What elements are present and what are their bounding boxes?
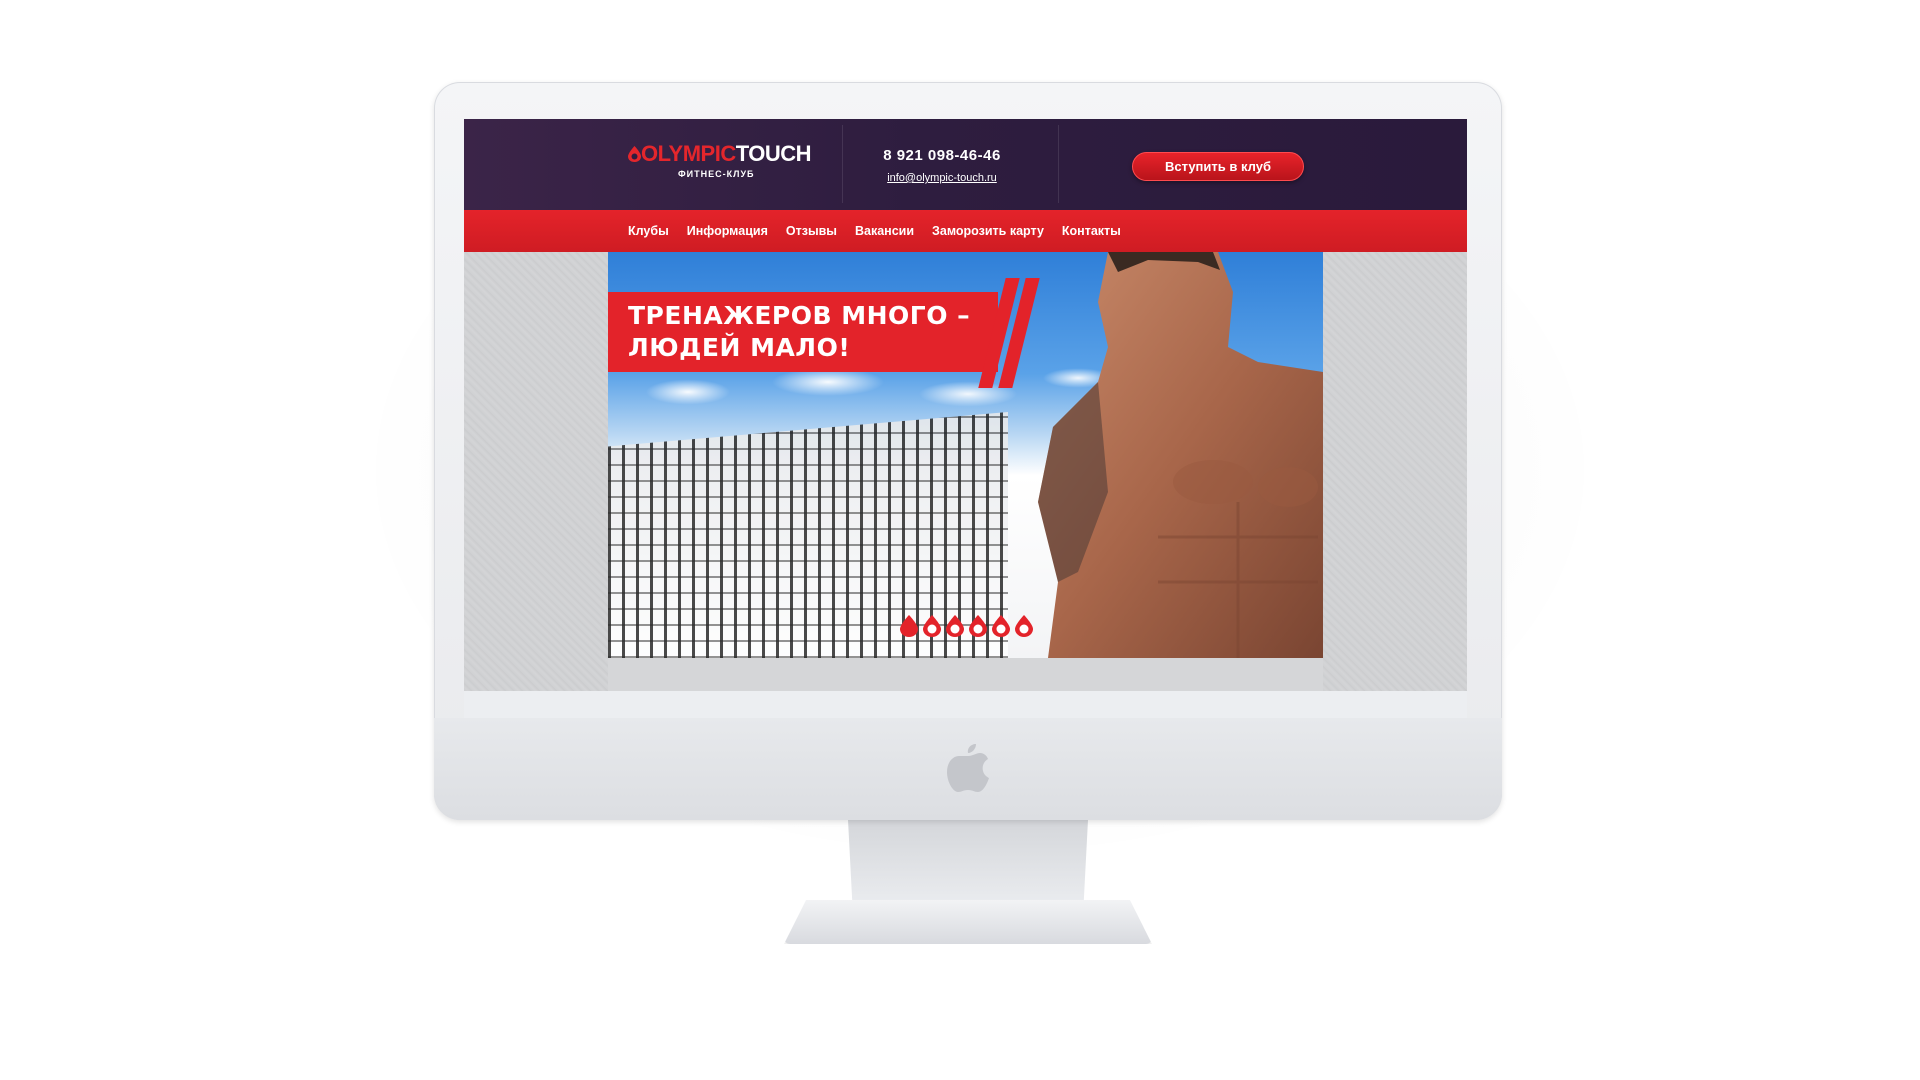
nav-item-vacancies[interactable]: Вакансии [855,224,914,238]
hero-headline-line2: ЛЮДЕЙ МАЛО! [628,333,851,362]
header-divider [1058,125,1059,203]
hero-headline-line1: ТРЕНАЖЕРОВ МНОГО – [628,301,971,330]
slider-dot-5[interactable] [992,615,1010,637]
imac-stand-foot [784,900,1152,944]
logo-word-olympic: OLYMPIC [641,141,736,166]
slider-dot-4[interactable] [969,615,987,637]
background-panel-right [1323,252,1467,691]
screen-bottom-bezel [464,691,1467,718]
nav-item-clubs[interactable]: Клубы [628,224,669,238]
imac-stand-neck [848,820,1088,912]
site-header: OLYMPICTOUCH ФИТНЕС-КЛУБ 8 921 098-46-46… [464,119,1467,210]
hero-athlete-image [1038,252,1323,658]
slider-dot-6[interactable] [1015,615,1033,637]
nav-item-reviews[interactable]: Отзывы [786,224,837,238]
drop-icon [628,142,641,162]
header-phone[interactable]: 8 921 098-46-46 [852,147,1032,164]
header-divider [842,125,843,203]
hero-banner: ТРЕНАЖЕРОВ МНОГО – ЛЮДЕЙ МАЛО! [608,252,1323,658]
nav-item-info[interactable]: Информация [687,224,768,238]
slider-dot-2[interactable] [923,615,941,637]
join-club-button[interactable]: Вступить в клуб [1132,152,1304,181]
nav-item-contacts[interactable]: Контакты [1062,224,1121,238]
main-nav: Клубы Информация Отзывы Вакансии Замороз… [464,210,1467,252]
apple-logo-icon [944,738,992,796]
slider-pagination [900,615,1033,637]
logo-subtitle: ФИТНЕС-КЛУБ [678,169,755,179]
slider-dot-1[interactable] [900,615,918,637]
hero-headline: ТРЕНАЖЕРОВ МНОГО – ЛЮДЕЙ МАЛО! [628,300,1008,364]
background-panel-left [464,252,608,691]
header-email-link[interactable]: info@olympic-touch.ru [852,172,1032,184]
slider-dot-3[interactable] [946,615,964,637]
logo-wordmark: OLYMPICTOUCH [628,141,812,167]
imac-screen: OLYMPICTOUCH ФИТНЕС-КЛУБ 8 921 098-46-46… [464,119,1467,691]
logo-word-touch: TOUCH [735,141,812,166]
site-logo[interactable]: OLYMPICTOUCH ФИТНЕС-КЛУБ [628,141,812,189]
nav-item-freeze-card[interactable]: Заморозить карту [932,224,1044,238]
